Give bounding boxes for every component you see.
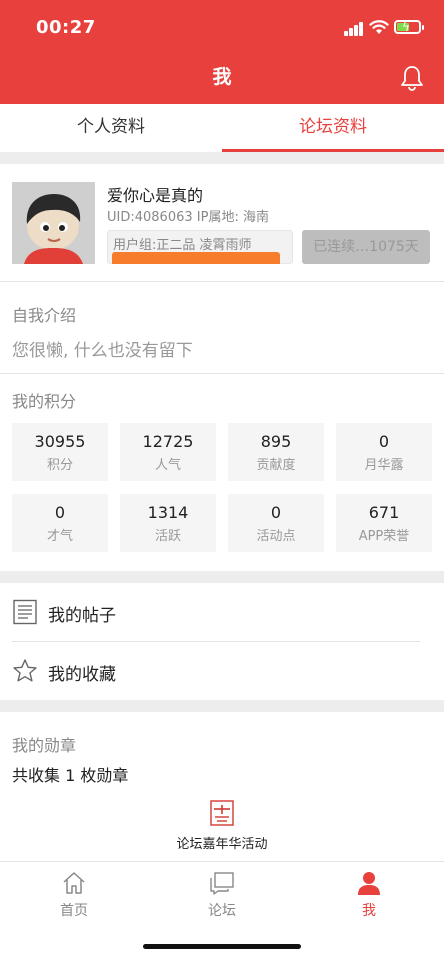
my-posts-label: 我的帖子 — [48, 606, 116, 626]
divider — [0, 571, 444, 583]
stat-value: 0 — [378, 432, 390, 451]
stat-label: 人气 — [154, 458, 181, 473]
my-favorites-row[interactable]: 我的收藏 — [0, 642, 444, 700]
home-icon — [63, 872, 85, 894]
stat-value: 12725 — [142, 432, 194, 451]
stat-value: 30955 — [34, 432, 86, 451]
stat-card-event-points: 0 活动点 — [228, 494, 324, 552]
medal-count: 共收集 1 枚勋章 — [12, 766, 129, 785]
signal-icon — [344, 22, 364, 36]
nav-me[interactable]: 我 — [329, 870, 409, 920]
nav-forum[interactable]: 论坛 — [182, 870, 262, 920]
checkin-streak-button[interactable]: 已连续…1075天 — [302, 230, 430, 264]
stat-card-app-honor: 671 APP荣誉 — [336, 494, 432, 552]
uid-ip-location: UID:4086063 IP属地: 海南 — [107, 210, 269, 225]
user-group-label: 用户组:正二品 凌霄雨师 — [113, 238, 252, 253]
medal-name: 论坛嘉年华活动 — [176, 837, 268, 852]
stat-label: 贡献度 — [256, 458, 296, 473]
status-time: 00:27 — [36, 17, 96, 38]
page-title: 我 — [212, 66, 232, 88]
level-progress-bar — [112, 252, 280, 264]
nav-me-label: 我 — [362, 903, 376, 919]
intro-title: 自我介绍 — [12, 306, 77, 325]
forum-icon — [210, 872, 234, 895]
nav-forum-label: 论坛 — [208, 903, 236, 919]
my-posts-row[interactable]: 我的帖子 — [0, 583, 444, 641]
home-indicator — [143, 944, 301, 949]
tab-forum-info[interactable]: 论坛资料 — [222, 104, 444, 152]
stat-label: 月华露 — [364, 458, 404, 473]
divider — [0, 281, 444, 282]
medal-badge-icon[interactable] — [209, 800, 235, 826]
stat-label: 活跃 — [154, 529, 181, 544]
points-title: 我的积分 — [12, 392, 77, 411]
battery-icon: ϟ — [394, 20, 424, 34]
nav-home-label: 首页 — [60, 903, 88, 919]
stat-label: 积分 — [46, 458, 73, 473]
stat-card-points: 30955 积分 — [12, 423, 108, 481]
divider — [0, 700, 444, 712]
divider — [0, 373, 444, 374]
divider — [0, 152, 444, 164]
stat-card-moon-dew: 0 月华露 — [336, 423, 432, 481]
stat-label: 才气 — [46, 529, 73, 544]
intro-text: 您很懒, 什么也没有留下 — [12, 341, 193, 361]
stat-value: 0 — [54, 503, 66, 522]
stat-value: 1314 — [147, 503, 189, 522]
app-header: 00:27 ϟ 我 — [0, 0, 444, 104]
stat-value: 0 — [270, 503, 282, 522]
medals-title: 我的勋章 — [12, 736, 77, 755]
nav-home[interactable]: 首页 — [34, 870, 114, 920]
tab-personal-info[interactable]: 个人资料 — [0, 104, 222, 152]
stat-value: 671 — [368, 503, 400, 522]
stat-card-popularity: 12725 人气 — [120, 423, 216, 481]
stat-card-talent: 0 才气 — [12, 494, 108, 552]
document-icon — [13, 599, 37, 625]
stat-card-activity: 1314 活跃 — [120, 494, 216, 552]
my-favorites-label: 我的收藏 — [48, 665, 116, 685]
profile-tabs: 个人资料 论坛资料 — [0, 104, 444, 152]
stat-label: 活动点 — [256, 529, 296, 544]
stat-card-contribution: 895 贡献度 — [228, 423, 324, 481]
wifi-icon — [369, 20, 389, 34]
status-bar: 00:27 ϟ — [0, 0, 444, 56]
profile-icon — [358, 872, 380, 895]
avatar[interactable] — [12, 182, 95, 264]
user-group-badge: 用户组:正二品 凌霄雨师 — [107, 230, 293, 264]
bell-icon[interactable] — [398, 64, 426, 92]
stat-label: APP荣誉 — [358, 529, 410, 544]
star-icon — [13, 659, 37, 682]
username: 爱你心是真的 — [107, 186, 204, 205]
stat-value: 895 — [260, 432, 292, 451]
